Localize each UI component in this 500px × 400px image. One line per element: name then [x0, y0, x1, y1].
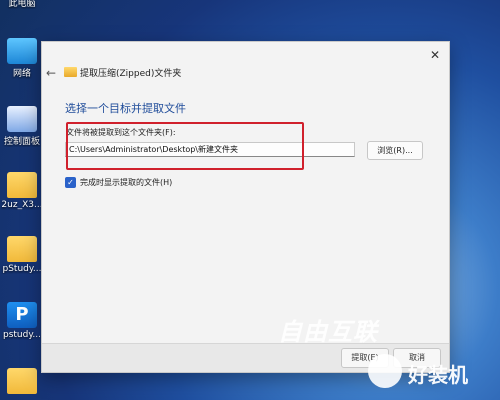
desktop-icon-label: 此电脑 [8, 0, 36, 9]
annotation-highlight-box [66, 122, 304, 170]
watermark-primary: 自由互联 [278, 318, 378, 346]
desktop-icon-label: pstudy... [3, 330, 41, 340]
close-icon[interactable]: ✕ [427, 47, 443, 63]
app-p-icon: P [7, 302, 37, 328]
dialog-title: 提取压缩(Zipped)文件夹 [80, 69, 182, 79]
watermark-secondary: 好装机 [368, 354, 490, 392]
desktop-icon-label: 2uz_X3... [1, 200, 43, 210]
desktop-icon-app[interactable]: P pstudy... [0, 302, 44, 340]
watermark-secondary-text: 好装机 [408, 363, 468, 387]
desktop-icon-label: 控制面板 [3, 137, 40, 147]
desktop-icon-this-pc[interactable]: 此电脑 [0, 0, 44, 9]
control-panel-icon [7, 106, 37, 132]
back-arrow-icon[interactable]: ← [46, 66, 60, 80]
desktop-icon-column: 此电脑 网络 控制面板 2uz_X3... pStudy... P pstudy… [0, 0, 44, 400]
desktop-icon-label: 网络 [12, 69, 31, 79]
desktop-icon-control-panel[interactable]: 控制面板 [0, 106, 44, 147]
extract-zip-dialog: ✕ ← 提取压缩(Zipped)文件夹 选择一个目标并提取文件 文件将被提取到这… [41, 41, 450, 373]
zip-folder-icon [64, 67, 77, 77]
desktop-icon-folder-2[interactable]: pStudy... [0, 236, 44, 274]
folder-icon [7, 172, 37, 198]
desktop-icon-folder-3[interactable] [0, 368, 44, 396]
network-icon [7, 38, 37, 64]
dialog-heading: 选择一个目标并提取文件 [65, 102, 186, 115]
browse-button[interactable]: 浏览(R)... [367, 141, 423, 160]
folder-icon [7, 368, 37, 394]
folder-icon [7, 236, 37, 262]
desktop-icon-folder-1[interactable]: 2uz_X3... [0, 172, 44, 210]
watermark-badge-icon [368, 354, 402, 388]
show-files-label: 完成时显示提取的文件(H) [80, 178, 173, 187]
desktop-icon-network[interactable]: 网络 [0, 38, 44, 79]
desktop-icon-label: pStudy... [2, 264, 42, 274]
show-files-checkbox[interactable]: ✓ [65, 177, 76, 188]
